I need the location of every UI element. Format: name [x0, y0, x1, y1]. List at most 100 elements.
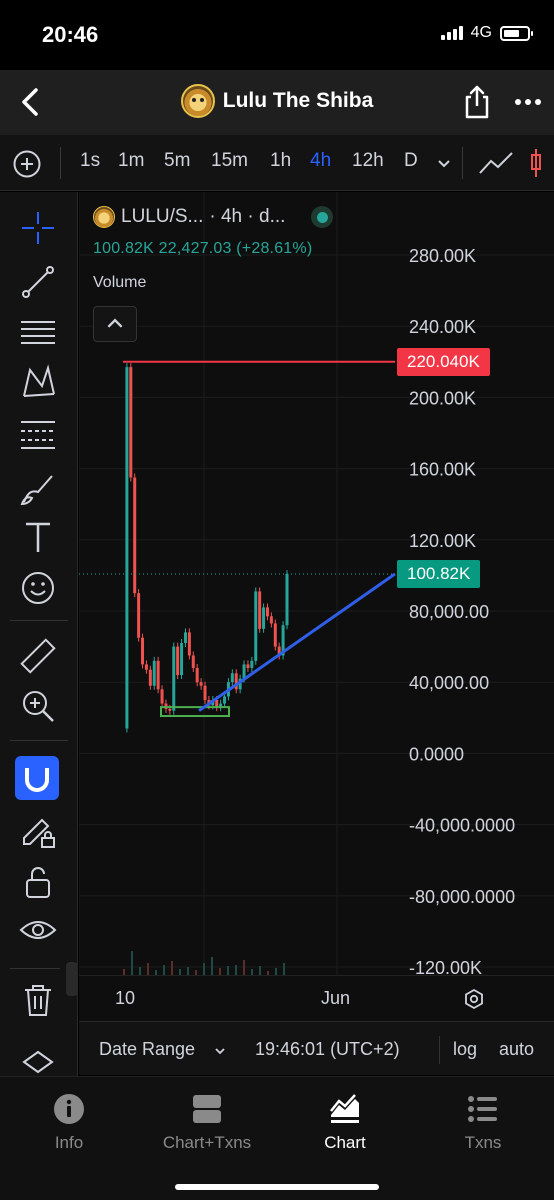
lock-drawing-icon[interactable] [18, 810, 58, 850]
volume-bar [163, 965, 165, 975]
pattern-icon[interactable] [18, 362, 58, 402]
log-scale-toggle[interactable]: log [453, 1039, 477, 1060]
legend-interval: · 4h · d... [209, 206, 286, 227]
price-axis-label: -120.00K [409, 958, 482, 975]
share-icon[interactable] [462, 84, 492, 120]
chart-canvas[interactable]: 280.00K 240.00K 200.00K 160.00K 120.00K 80,00… [79, 192, 554, 975]
trash-icon[interactable] [18, 980, 58, 1020]
market-status-icon [311, 206, 334, 228]
ruler-icon[interactable] [18, 636, 58, 676]
volume-bar [227, 966, 229, 975]
candle-body [160, 689, 164, 704]
info-icon [54, 1094, 84, 1124]
chevron-down-icon[interactable] [213, 1044, 227, 1058]
more-icon[interactable] [514, 90, 542, 114]
sidebar-collapse-handle[interactable] [66, 962, 78, 996]
candle-body [129, 367, 133, 478]
text-tool-icon[interactable] [18, 518, 58, 558]
line-chart-icon[interactable] [478, 149, 514, 177]
volume-bar [171, 961, 173, 975]
zoom-in-icon[interactable] [18, 686, 58, 726]
tab-info[interactable]: Info [0, 1093, 138, 1153]
volume-bar [275, 968, 277, 975]
time-tick-label: Jun [321, 988, 351, 1008]
timeframe-1h[interactable]: 1h [270, 150, 291, 172]
candle-body [152, 660, 156, 686]
object-tree-icon[interactable] [18, 1048, 58, 1076]
timeframe-5m[interactable]: 5m [164, 150, 190, 172]
timeframe-1s[interactable]: 1s [80, 150, 100, 172]
price-axis-label: 120.00K [409, 531, 476, 551]
tab-chart-txns[interactable]: Chart+Txns [138, 1093, 276, 1153]
collapse-legend-icon[interactable] [93, 306, 137, 342]
magnet-icon[interactable] [15, 756, 59, 800]
volume-bar [211, 957, 213, 975]
trend-line [198, 572, 396, 712]
candle-body [258, 591, 262, 629]
candle-body [203, 685, 207, 700]
candle-body [285, 573, 289, 626]
candle-body [265, 607, 269, 617]
timeframe-12h[interactable]: 12h [352, 150, 384, 172]
timeframe-4h[interactable]: 4h [310, 150, 331, 172]
tab-chart[interactable]: Chart [276, 1093, 414, 1153]
timezone-clock[interactable]: 19:46:01 (UTC+2) [255, 1039, 400, 1060]
last-price-tag: 100.82K [397, 559, 481, 588]
page-title: Lulu The Shiba [222, 89, 374, 112]
crosshair-icon[interactable] [18, 208, 58, 248]
time-axis[interactable]: 10 Jun [79, 975, 554, 1021]
price-axis-label: 80,000.00 [409, 602, 489, 622]
candle-body [273, 623, 277, 647]
tab-txns[interactable]: Txns [414, 1093, 552, 1153]
status-time: 20:46 [42, 22, 99, 47]
candle-body [195, 667, 199, 683]
timeframe-D[interactable]: D [404, 150, 418, 172]
candle-body [246, 664, 250, 668]
add-indicator-icon[interactable] [12, 149, 42, 179]
brush-icon[interactable] [18, 468, 58, 508]
list-icon [468, 1096, 497, 1122]
token-logo [180, 84, 215, 118]
candle-body [262, 607, 266, 629]
volume-bar [243, 960, 245, 975]
candle-body [148, 669, 152, 686]
time-tick-label: 10 [115, 988, 136, 1008]
chart-legend[interactable]: LULU/S... · 4h · d... [93, 206, 334, 228]
volume-label: Volume [93, 274, 147, 291]
price-axis-label: -40,000.0000 [409, 816, 515, 836]
network-label: 4G [470, 24, 492, 41]
candle-body [191, 655, 195, 668]
price-axis-label: -80,000.0000 [409, 887, 515, 907]
support-zone [160, 706, 230, 718]
bottom-tab-bar: Info Chart+Txns Chart Txns [0, 1076, 554, 1200]
candle-body [156, 660, 160, 690]
volume-bar [131, 951, 133, 975]
date-range-button[interactable]: Date Range [99, 1039, 195, 1060]
candle-body [125, 367, 129, 729]
timeframe-15m[interactable]: 15m [211, 150, 248, 172]
battery-icon [500, 25, 533, 41]
parallel-lines-icon[interactable] [18, 312, 58, 352]
timeframe-1m[interactable]: 1m [118, 150, 144, 172]
emoji-icon[interactable] [18, 568, 58, 608]
price-chart[interactable]: 280.00K 240.00K 200.00K 160.00K 120.00K 80,00… [79, 192, 554, 1022]
settings-icon[interactable] [463, 988, 485, 1010]
candle-body [172, 646, 176, 711]
fibonacci-icon[interactable] [18, 414, 58, 454]
candle-body [168, 708, 172, 711]
visibility-icon[interactable] [18, 912, 58, 952]
candle-body [133, 477, 137, 594]
status-bar: 20:46 4G [0, 0, 554, 70]
candles-icon[interactable] [528, 147, 554, 179]
candle-body [230, 673, 234, 683]
volume-bar [283, 963, 285, 975]
unlock-icon[interactable] [18, 862, 58, 902]
candle-body [144, 664, 148, 670]
chevron-down-icon[interactable] [436, 153, 452, 173]
price-axis-label: 160.00K [409, 460, 476, 480]
app-header: Lulu The Shiba [0, 70, 554, 135]
signal-icon [440, 26, 463, 40]
trend-line-icon[interactable] [18, 262, 58, 302]
auto-scale-toggle[interactable]: auto [499, 1039, 534, 1060]
price-axis-label: 200.00K [409, 388, 476, 408]
